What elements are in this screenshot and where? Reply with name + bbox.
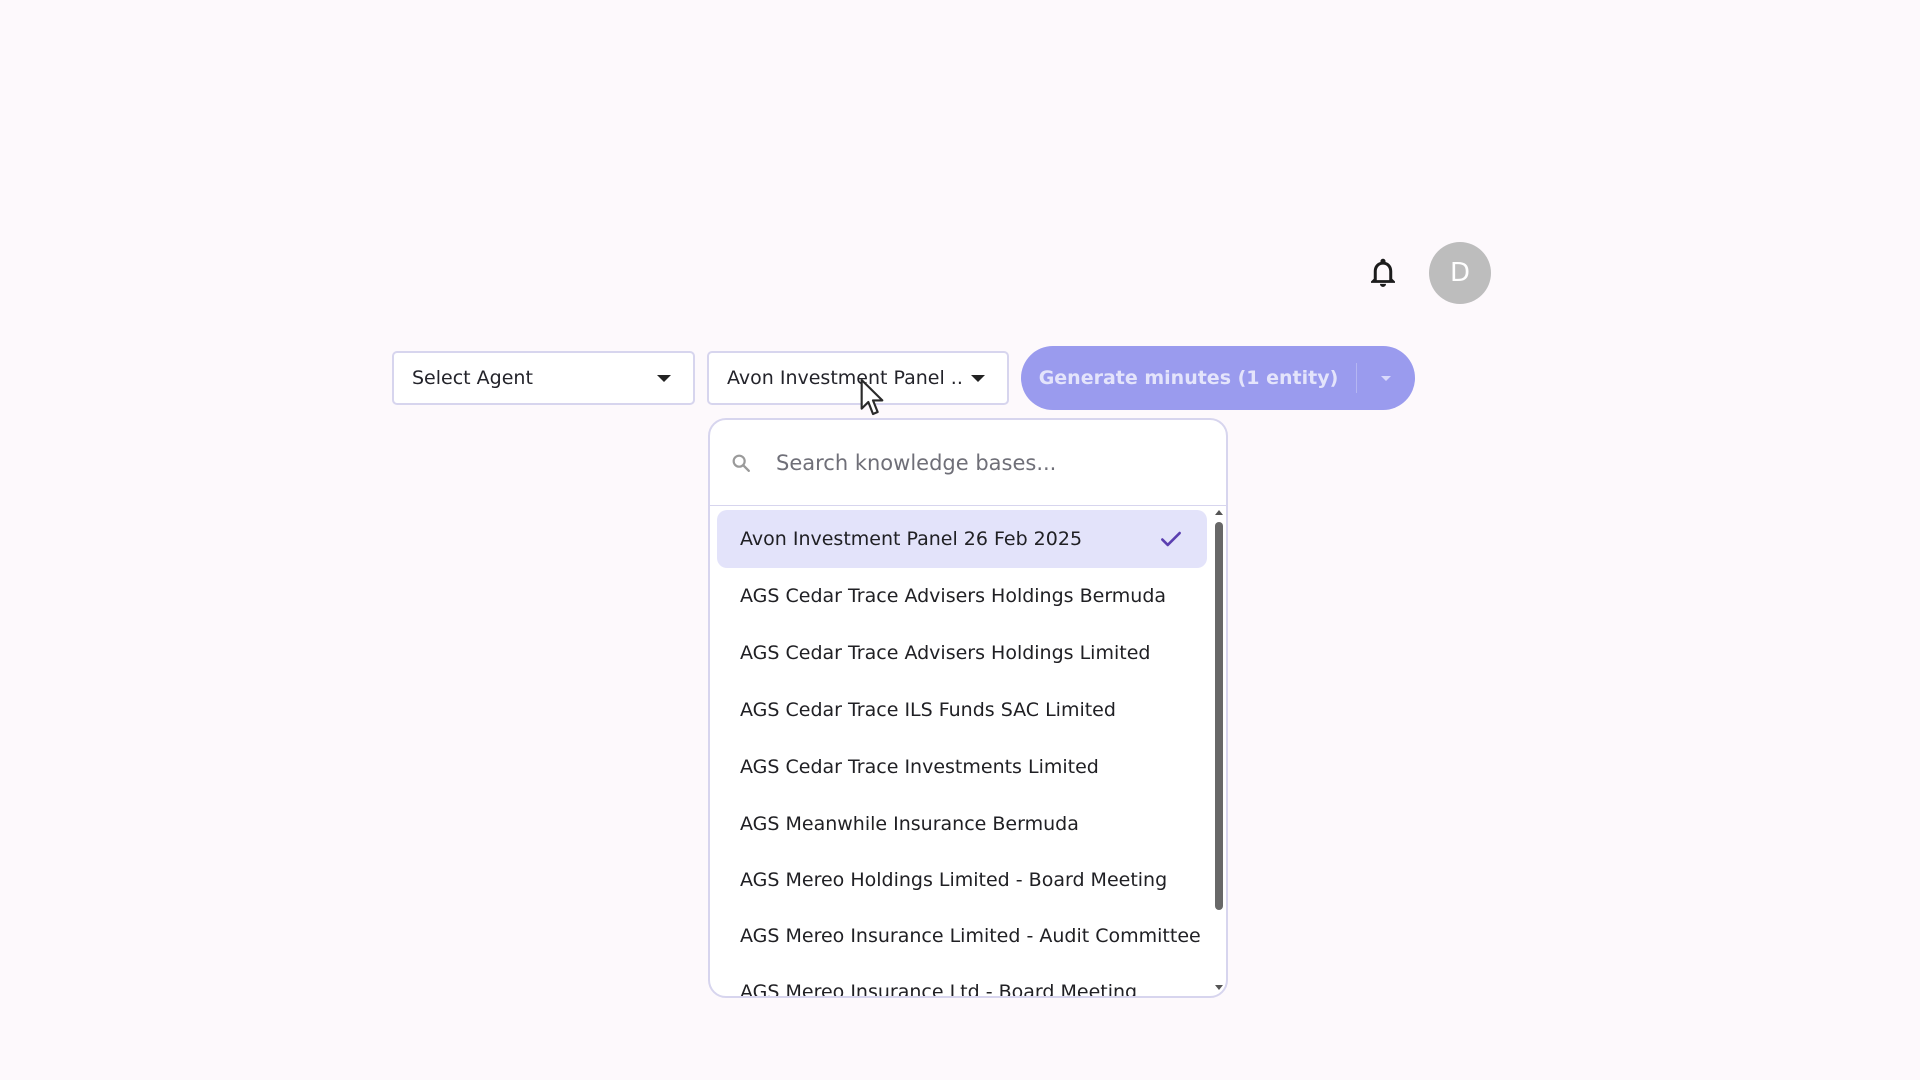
list-item-label: AGS Cedar Trace Advisers Holdings Bermud… — [740, 585, 1167, 607]
generate-minutes-label: Generate minutes (1 entity) — [1038, 367, 1339, 389]
list-item-label: AGS Cedar Trace Advisers Holdings Limite… — [740, 642, 1151, 664]
list-item[interactable]: AGS Cedar Trace Investments Limited — [717, 738, 1207, 796]
generate-minutes-split-button: Generate minutes (1 entity) — [1021, 346, 1415, 410]
agent-select[interactable]: Select Agent — [392, 351, 695, 405]
agent-select-label: Select Agent — [412, 367, 533, 389]
list-item-label: AGS Mereo Insurance Limited - Audit Comm… — [740, 925, 1201, 947]
list-item-label: AGS Mereo Holdings Limited - Board Meeti… — [740, 869, 1168, 891]
scroll-up-arrow-icon[interactable] — [1215, 510, 1223, 515]
knowledge-base-list: Avon Investment Panel 26 Feb 2025 AGS Ce… — [710, 508, 1226, 996]
list-item[interactable]: AGS Cedar Trace Advisers Holdings Limite… — [717, 624, 1207, 682]
list-item-label: AGS Cedar Trace Investments Limited — [740, 756, 1099, 778]
list-item-label: AGS Mereo Insurance Ltd - Board Meeting — [740, 981, 1138, 996]
list-item-label: Avon Investment Panel 26 Feb 2025 — [740, 528, 1083, 550]
list-item-label: AGS Cedar Trace ILS Funds SAC Limited — [740, 699, 1116, 721]
dropdown-scrollbar[interactable] — [1212, 508, 1226, 996]
user-avatar[interactable]: D — [1429, 242, 1491, 304]
caret-down-icon — [1381, 375, 1391, 381]
list-item[interactable]: AGS Mereo Holdings Limited - Board Meeti… — [717, 851, 1207, 909]
list-item[interactable]: AGS Cedar Trace Advisers Holdings Bermud… — [717, 567, 1207, 625]
scroll-down-arrow-icon[interactable] — [1215, 985, 1223, 990]
search-icon — [732, 454, 750, 472]
chevron-down-icon — [971, 374, 985, 382]
chevron-down-icon — [657, 374, 671, 382]
list-item[interactable]: AGS Mereo Insurance Ltd - Board Meeting — [717, 963, 1207, 996]
list-item[interactable]: Avon Investment Panel 26 Feb 2025 — [717, 510, 1207, 568]
generate-minutes-button[interactable]: Generate minutes (1 entity) — [1021, 346, 1356, 410]
knowledge-base-select-label: Avon Investment Panel ... — [727, 367, 961, 389]
list-item-label: AGS Meanwhile Insurance Bermuda — [740, 813, 1079, 835]
knowledge-base-search-input[interactable] — [776, 450, 1206, 475]
scrollbar-thumb[interactable] — [1215, 522, 1223, 910]
list-item[interactable]: AGS Mereo Insurance Limited - Audit Comm… — [717, 907, 1207, 965]
avatar-initial: D — [1449, 258, 1471, 288]
notifications-button[interactable] — [1366, 256, 1400, 290]
list-item[interactable]: AGS Meanwhile Insurance Bermuda — [717, 795, 1207, 853]
knowledge-base-select[interactable]: Avon Investment Panel ... — [707, 351, 1009, 405]
bell-icon — [1371, 258, 1395, 287]
generate-options-button[interactable] — [1357, 346, 1415, 410]
dropdown-search-row — [710, 420, 1226, 506]
list-item[interactable]: AGS Cedar Trace ILS Funds SAC Limited — [717, 681, 1207, 739]
app-root: D Select Agent Avon Investment Panel ...… — [0, 0, 1920, 1080]
knowledge-base-dropdown: Avon Investment Panel 26 Feb 2025 AGS Ce… — [708, 418, 1228, 998]
check-icon — [1161, 531, 1181, 547]
